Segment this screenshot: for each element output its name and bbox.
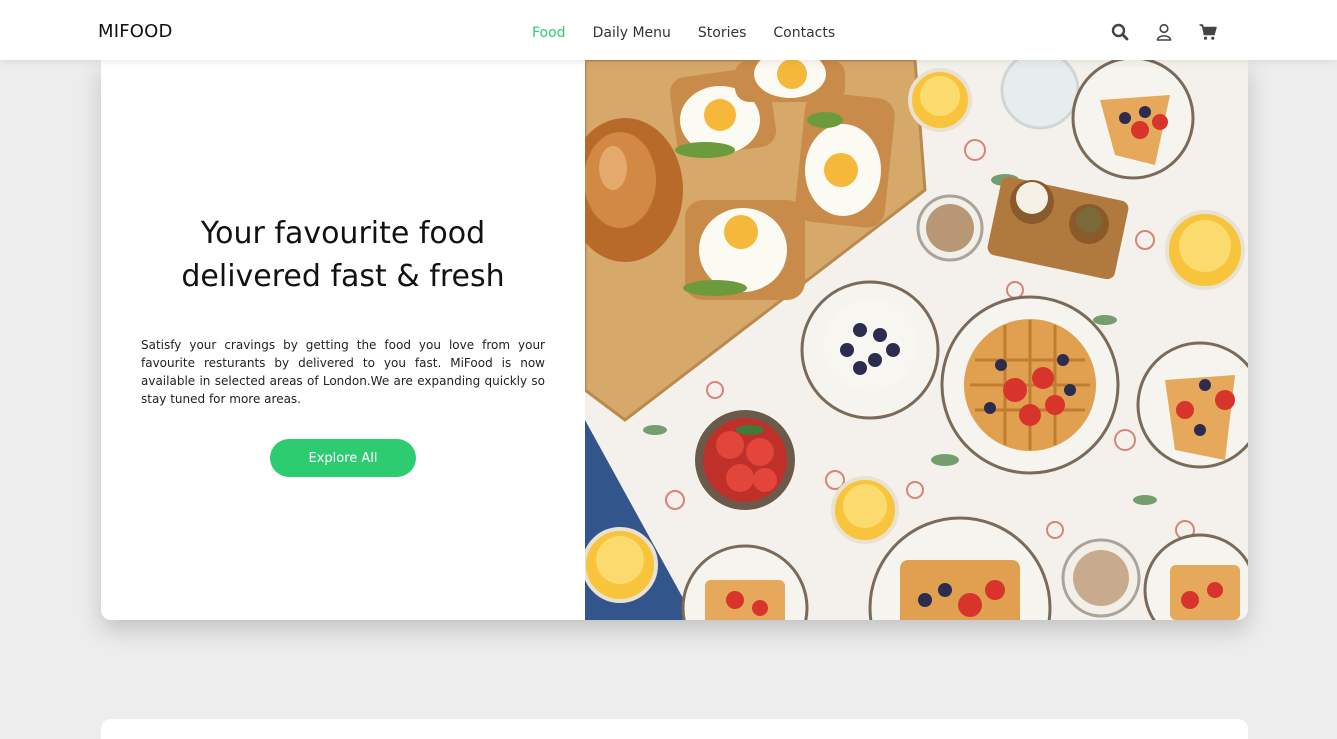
hero-food-image <box>585 60 1248 620</box>
nav-link-stories[interactable]: Stories <box>698 25 747 41</box>
hero-description: Satisfy your cravings by getting the foo… <box>141 338 545 406</box>
next-section-card <box>101 719 1248 739</box>
hero-title-line-2: delivered fast & fresh <box>181 259 505 294</box>
main-nav: Food Daily Menu Stories Contacts <box>532 25 835 41</box>
nav-link-contacts[interactable]: Contacts <box>773 25 835 41</box>
brand-logo[interactable]: MIFOOD <box>98 21 173 42</box>
hero-title-line-1: Your favourite food <box>200 216 486 251</box>
navbar: MIFOOD Food Daily Menu Stories Contacts <box>0 0 1337 60</box>
nav-link-food[interactable]: Food <box>532 25 566 41</box>
hero-title: Your favourite food delivered fast & fre… <box>141 212 545 298</box>
search-icon[interactable] <box>1110 22 1130 42</box>
explore-all-button[interactable]: Explore All <box>270 439 416 477</box>
hero-card: Your favourite food delivered fast & fre… <box>101 60 1248 620</box>
cart-icon[interactable] <box>1198 22 1218 42</box>
user-icon[interactable] <box>1154 22 1174 42</box>
nav-link-daily-menu[interactable]: Daily Menu <box>593 25 671 41</box>
hero-text-panel: Your favourite food delivered fast & fre… <box>101 60 585 620</box>
nav-icons <box>1110 22 1218 42</box>
